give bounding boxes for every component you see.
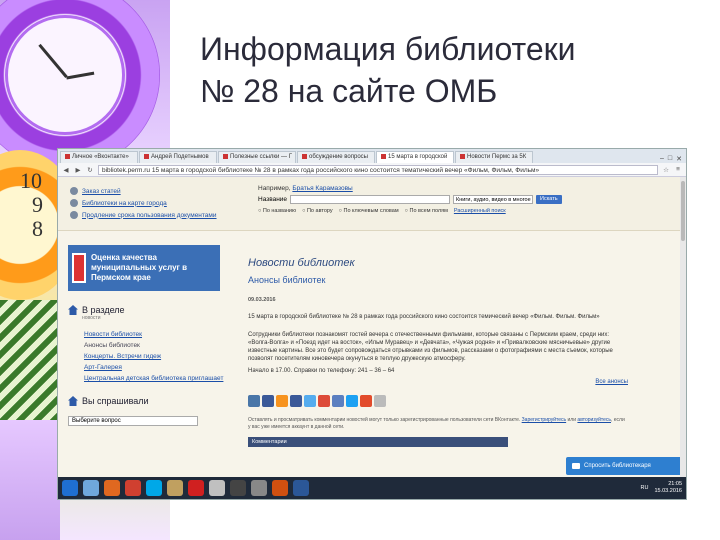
quality-banner[interactable]: Оценка качества муниципальных услуг в Пе… xyxy=(68,245,220,291)
map-link[interactable]: Библиотеки на карте города xyxy=(70,197,217,209)
section-links: Новости библиотек Анонсы библиотек Конце… xyxy=(84,331,228,386)
share-icon[interactable] xyxy=(290,395,302,407)
extend-link[interactable]: Продление срока пользования документами xyxy=(70,209,217,221)
clock-icon xyxy=(70,211,78,219)
search-mode-radios: По названию По автору По ключевым словам… xyxy=(258,208,588,214)
share-icon[interactable] xyxy=(318,395,330,407)
decorative-block xyxy=(0,420,60,540)
children-library-link[interactable]: Центральная детская библиотека приглашае… xyxy=(84,375,228,386)
url-field[interactable]: bibliotek.perm.ru 15 марта в городской б… xyxy=(98,164,658,175)
perm-crest-icon xyxy=(72,253,86,283)
cart-icon xyxy=(70,187,78,195)
page-title: Новости библиотек xyxy=(248,257,355,269)
page-scrollbar[interactable] xyxy=(680,177,686,477)
taskbar-app-icon[interactable] xyxy=(125,480,141,496)
search-input[interactable] xyxy=(290,195,451,204)
login-link[interactable]: авторизуйтесь xyxy=(577,417,611,423)
browser-tab-active[interactable]: 15 марта в городской xyxy=(376,151,454,163)
advanced-search-link[interactable]: Расширенный поиск xyxy=(454,208,506,214)
radio-title[interactable]: По названию xyxy=(258,208,296,214)
share-icon[interactable] xyxy=(248,395,260,407)
header-links: Заказ статей Библиотеки на карте города … xyxy=(70,185,217,221)
window-controls: – □ ✕ xyxy=(660,155,686,163)
ask-heading: Вы спрашивали xyxy=(68,396,228,406)
taskbar-app-icon[interactable] xyxy=(83,480,99,496)
back-icon[interactable]: ◀ xyxy=(62,166,70,174)
all-announcements-link[interactable]: Все анонсы xyxy=(248,379,628,385)
example-link[interactable]: Братья Карамазовы xyxy=(292,185,352,192)
tab-bar: Личное «Вконтакте» Андрей Подетнымов Пол… xyxy=(58,149,686,163)
radio-all[interactable]: По всем полям xyxy=(405,208,447,214)
taskbar-app-icon[interactable] xyxy=(146,480,162,496)
taskbar-app-icon[interactable] xyxy=(104,480,120,496)
news-link[interactable]: Новости библиотек xyxy=(84,331,228,342)
browser-tab[interactable]: Полезные ссылки — Г xyxy=(218,151,296,163)
browser-screenshot: Личное «Вконтакте» Андрей Подетнымов Пол… xyxy=(57,148,687,500)
taskbar: RU 21:05 15.03.2016 xyxy=(58,477,686,499)
browser-tab[interactable]: Личное «Вконтакте» xyxy=(60,151,138,163)
browser-tab[interactable]: Андрей Подетнымов xyxy=(139,151,217,163)
close-icon[interactable]: ✕ xyxy=(676,155,682,163)
browser-tab[interactable]: Новости Пермс за 5К xyxy=(455,151,533,163)
category-select[interactable]: Книги, аудио, видео в многое другое xyxy=(453,195,534,204)
chat-icon xyxy=(572,463,580,469)
decorative-stripes xyxy=(0,300,60,420)
page-subtitle: Анонсы библиотек xyxy=(248,275,326,285)
taskbar-app-icon[interactable] xyxy=(230,480,246,496)
news-date: 09.03.2016 xyxy=(248,297,276,303)
announcements-link[interactable]: Анонсы библиотек xyxy=(84,342,228,353)
share-icon[interactable] xyxy=(346,395,358,407)
share-icon[interactable] xyxy=(276,395,288,407)
search-area: Например, Братья Карамазовы Название Кни… xyxy=(258,185,588,214)
order-articles-link[interactable]: Заказ статей xyxy=(70,185,217,197)
slide-title: Информация библиотеки № 28 на сайте ОМБ xyxy=(200,31,576,109)
system-tray: RU 21:05 15.03.2016 xyxy=(640,481,682,494)
taskbar-app-icon[interactable] xyxy=(293,480,309,496)
map-icon xyxy=(70,199,78,207)
share-icon[interactable] xyxy=(360,395,372,407)
taskbar-app-icon[interactable] xyxy=(62,480,78,496)
search-example: Например, Братья Карамазовы xyxy=(258,185,353,192)
reload-icon[interactable]: ↻ xyxy=(86,166,94,174)
web-page: Заказ статей Библиотеки на карте города … xyxy=(58,177,686,477)
forward-icon[interactable]: ▶ xyxy=(74,166,82,174)
left-column: Оценка качества муниципальных услуг в Пе… xyxy=(68,245,228,426)
home-icon xyxy=(68,305,78,315)
address-bar: ◀ ▶ ↻ bibliotek.perm.ru 15 марта в город… xyxy=(58,163,686,177)
minimize-icon[interactable]: – xyxy=(660,155,664,163)
share-icon[interactable] xyxy=(332,395,344,407)
taskbar-app-icon[interactable] xyxy=(272,480,288,496)
taskbar-app-icon[interactable] xyxy=(251,480,267,496)
site-header: Заказ статей Библиотеки на карте города … xyxy=(58,177,686,231)
taskbar-app-icon[interactable] xyxy=(167,480,183,496)
concerts-link[interactable]: Концерты. Встречи гидеж xyxy=(84,353,228,364)
radio-author[interactable]: По автору xyxy=(302,208,333,214)
taskbar-app-icon[interactable] xyxy=(188,480,204,496)
browser-tab[interactable]: обсуждение вопросы xyxy=(297,151,375,163)
news-intro: 15 марта в городской библиотеке № 28 в р… xyxy=(248,314,600,320)
question-select[interactable]: Выберите вопрос xyxy=(68,416,198,426)
register-link[interactable]: Зарегистрируйтесь xyxy=(522,417,566,423)
share-icon[interactable] xyxy=(262,395,274,407)
clock-image xyxy=(0,0,160,170)
share-icon[interactable] xyxy=(304,395,316,407)
radio-keywords[interactable]: По ключевым словам xyxy=(339,208,399,214)
gallery-link[interactable]: Арт-Галерея xyxy=(84,364,228,375)
share-icon[interactable] xyxy=(374,395,386,407)
taskbar-app-icon[interactable] xyxy=(209,480,225,496)
news-body: Сотрудники библиотеки познакомят гостей … xyxy=(248,332,613,362)
maximize-icon[interactable]: □ xyxy=(668,155,672,163)
home-icon xyxy=(68,396,78,406)
star-icon[interactable]: ☆ xyxy=(662,166,670,174)
main-content: Новости библиотек Анонсы библиотек 09.03… xyxy=(248,257,628,447)
news-contact: Начало в 17.00. Справки по телефону: 241… xyxy=(248,368,395,374)
comment-note: Оставлять и просматривать комментарии но… xyxy=(248,417,625,430)
comments-header: Комментарии xyxy=(248,437,508,447)
ask-librarian-button[interactable]: Спросить библиотекаря xyxy=(566,457,686,475)
section-heading: В разделе xyxy=(68,305,228,315)
menu-icon[interactable]: ≡ xyxy=(674,166,682,173)
social-share-buttons xyxy=(248,395,628,407)
search-button[interactable]: Искать xyxy=(536,195,562,204)
